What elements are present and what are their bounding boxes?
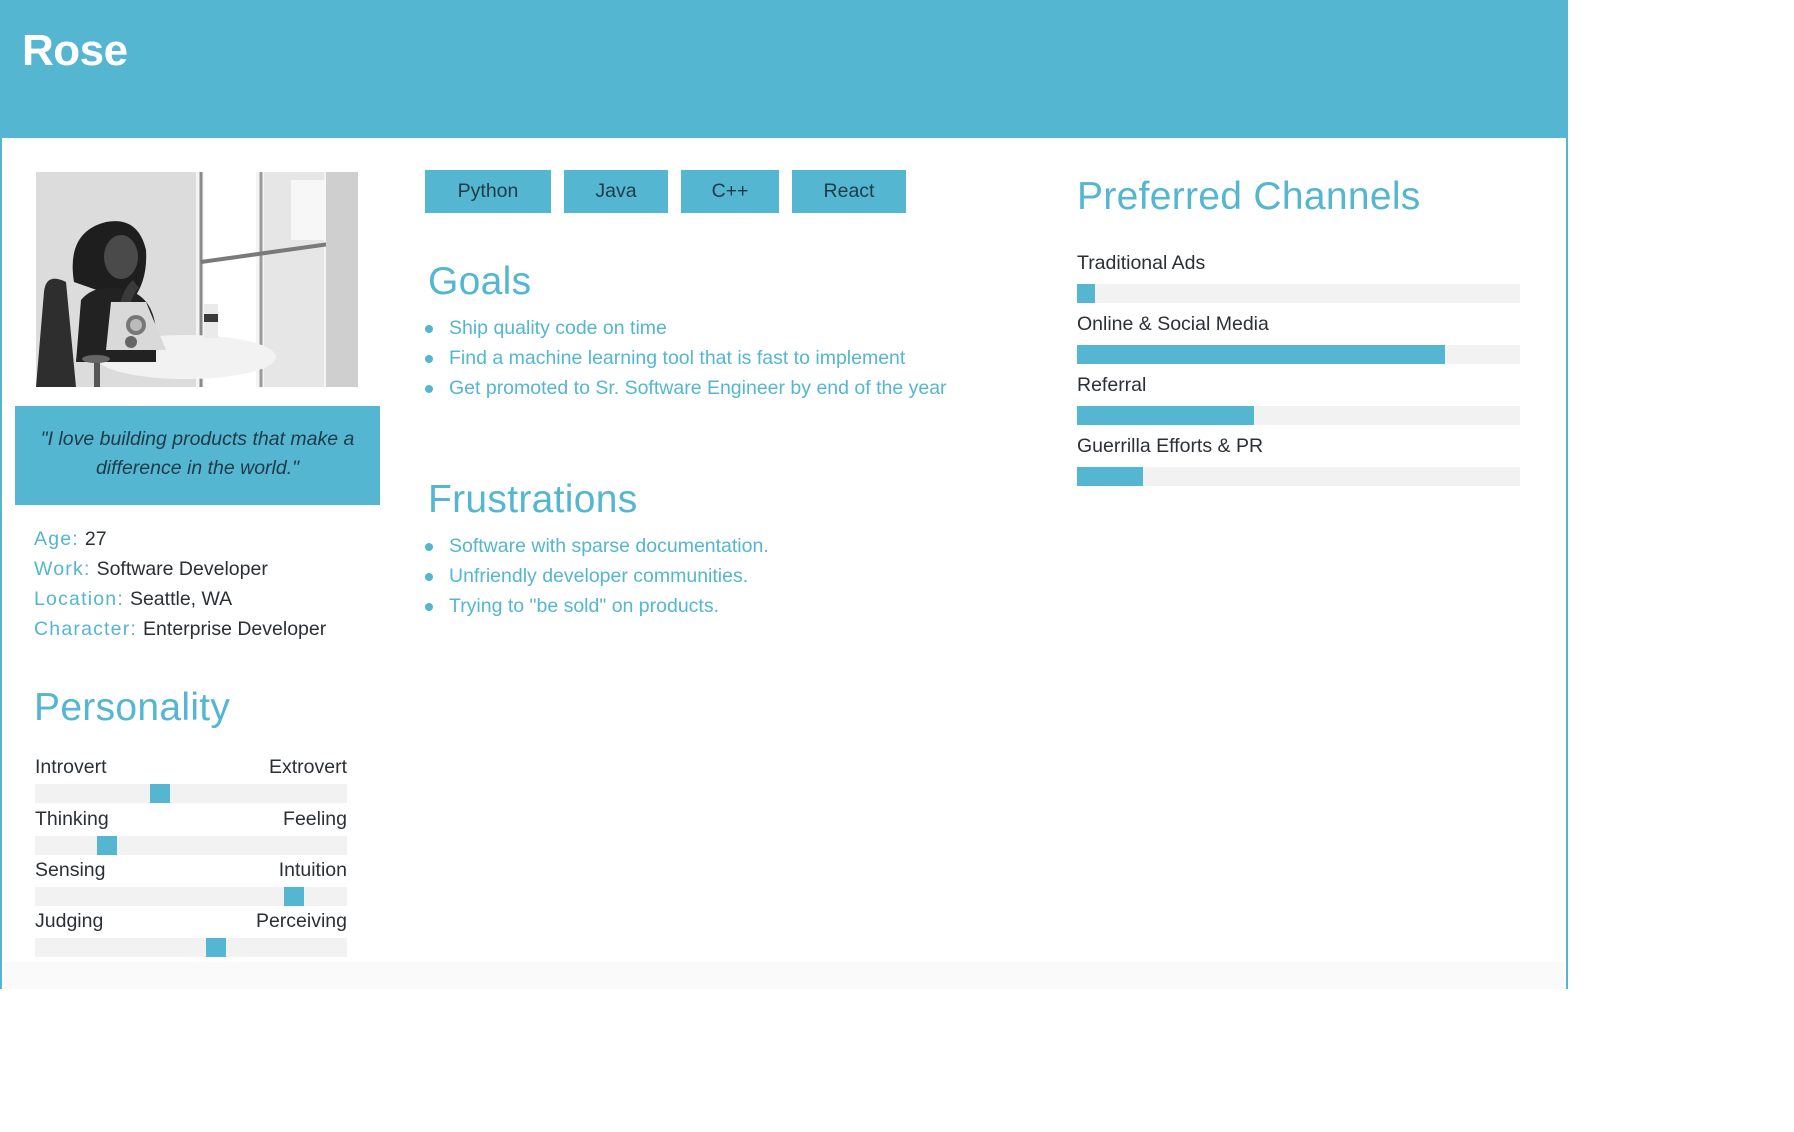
trait-track xyxy=(35,938,347,957)
fact-label: Work: xyxy=(34,558,91,580)
trait-left-label: Sensing xyxy=(35,859,106,881)
channel-track xyxy=(1077,284,1520,303)
trait-marker xyxy=(150,784,170,803)
fact-value: Seattle, WA xyxy=(129,588,233,610)
tag-python[interactable]: Python xyxy=(425,170,551,213)
channel-fill xyxy=(1077,406,1255,425)
trait-thinking-feeling: Thinking Feeling xyxy=(35,808,347,858)
fact-age: Age: 27 xyxy=(34,524,394,554)
goals-list: Ship quality code on time Find a machine… xyxy=(425,313,947,403)
channel-label: Referral xyxy=(1077,374,1147,396)
channel-guerrilla: Guerrilla Efforts & PR xyxy=(1077,435,1520,495)
fact-work: Work: Software Developer xyxy=(34,554,394,584)
channel-label: Traditional Ads xyxy=(1077,252,1206,274)
goals-title: Goals xyxy=(428,260,532,303)
persona-name: Rose xyxy=(22,26,128,75)
channel-label: Online & Social Media xyxy=(1077,313,1269,335)
trait-left-label: Judging xyxy=(35,910,104,932)
fact-value: Enterprise Developer xyxy=(143,618,327,640)
list-item: Unfriendly developer communities. xyxy=(425,561,769,591)
trait-marker xyxy=(97,836,117,855)
channel-label: Guerrilla Efforts & PR xyxy=(1077,435,1264,457)
fact-value: 27 xyxy=(84,528,107,550)
trait-right-label: Perceiving xyxy=(255,910,347,932)
fact-value: Software Developer xyxy=(96,558,268,580)
trait-marker xyxy=(284,887,304,906)
footer-strip xyxy=(4,962,1564,989)
persona-quote: "I love building products that make a di… xyxy=(15,406,380,505)
channel-referral: Referral xyxy=(1077,374,1520,434)
tag-cpp[interactable]: C++ xyxy=(681,170,779,213)
fact-label: Age: xyxy=(34,528,79,550)
list-item: Trying to "be sold" on products. xyxy=(425,591,769,621)
frustrations-list: Software with sparse documentation. Unfr… xyxy=(425,531,769,621)
tag-react[interactable]: React xyxy=(792,170,906,213)
channel-fill xyxy=(1077,284,1095,303)
channel-fill xyxy=(1077,345,1445,364)
list-item: Ship quality code on time xyxy=(425,313,947,343)
trait-right-label: Intuition xyxy=(278,859,347,881)
channel-track xyxy=(1077,467,1520,486)
header-bar: Rose xyxy=(0,0,1568,138)
trait-track xyxy=(35,784,347,803)
channel-online-social: Online & Social Media xyxy=(1077,313,1520,373)
persona-photo xyxy=(36,172,358,387)
list-item: Get promoted to Sr. Software Engineer by… xyxy=(425,373,947,403)
fact-label: Location: xyxy=(34,588,124,610)
personality-title: Personality xyxy=(34,686,231,729)
channel-track xyxy=(1077,406,1520,425)
trait-track xyxy=(35,887,347,906)
fact-character: Character: Enterprise Developer xyxy=(34,614,394,644)
trait-left-label: Introvert xyxy=(35,756,107,778)
trait-marker xyxy=(206,938,226,957)
trait-introvert-extrovert: Introvert Extrovert xyxy=(35,756,347,806)
trait-judging-perceiving: Judging Perceiving xyxy=(35,910,347,960)
tag-java[interactable]: Java xyxy=(564,170,668,213)
trait-track xyxy=(35,836,347,855)
trait-left-label: Thinking xyxy=(35,808,109,830)
fact-location: Location: Seattle, WA xyxy=(34,584,394,614)
channel-track xyxy=(1077,345,1520,364)
fact-label: Character: xyxy=(34,618,138,640)
channels-title: Preferred Channels xyxy=(1077,175,1421,218)
list-item: Find a machine learning tool that is fas… xyxy=(425,343,947,373)
trait-right-label: Extrovert xyxy=(268,756,347,778)
trait-sensing-intuition: Sensing Intuition xyxy=(35,859,347,909)
trait-right-label: Feeling xyxy=(283,808,347,830)
frustrations-title: Frustrations xyxy=(428,478,638,521)
persona-facts: Age: 27 Work: Software Developer Location:… xyxy=(34,524,394,644)
list-item: Software with sparse documentation. xyxy=(425,531,769,561)
channel-traditional-ads: Traditional Ads xyxy=(1077,252,1520,312)
channel-fill xyxy=(1077,467,1144,486)
